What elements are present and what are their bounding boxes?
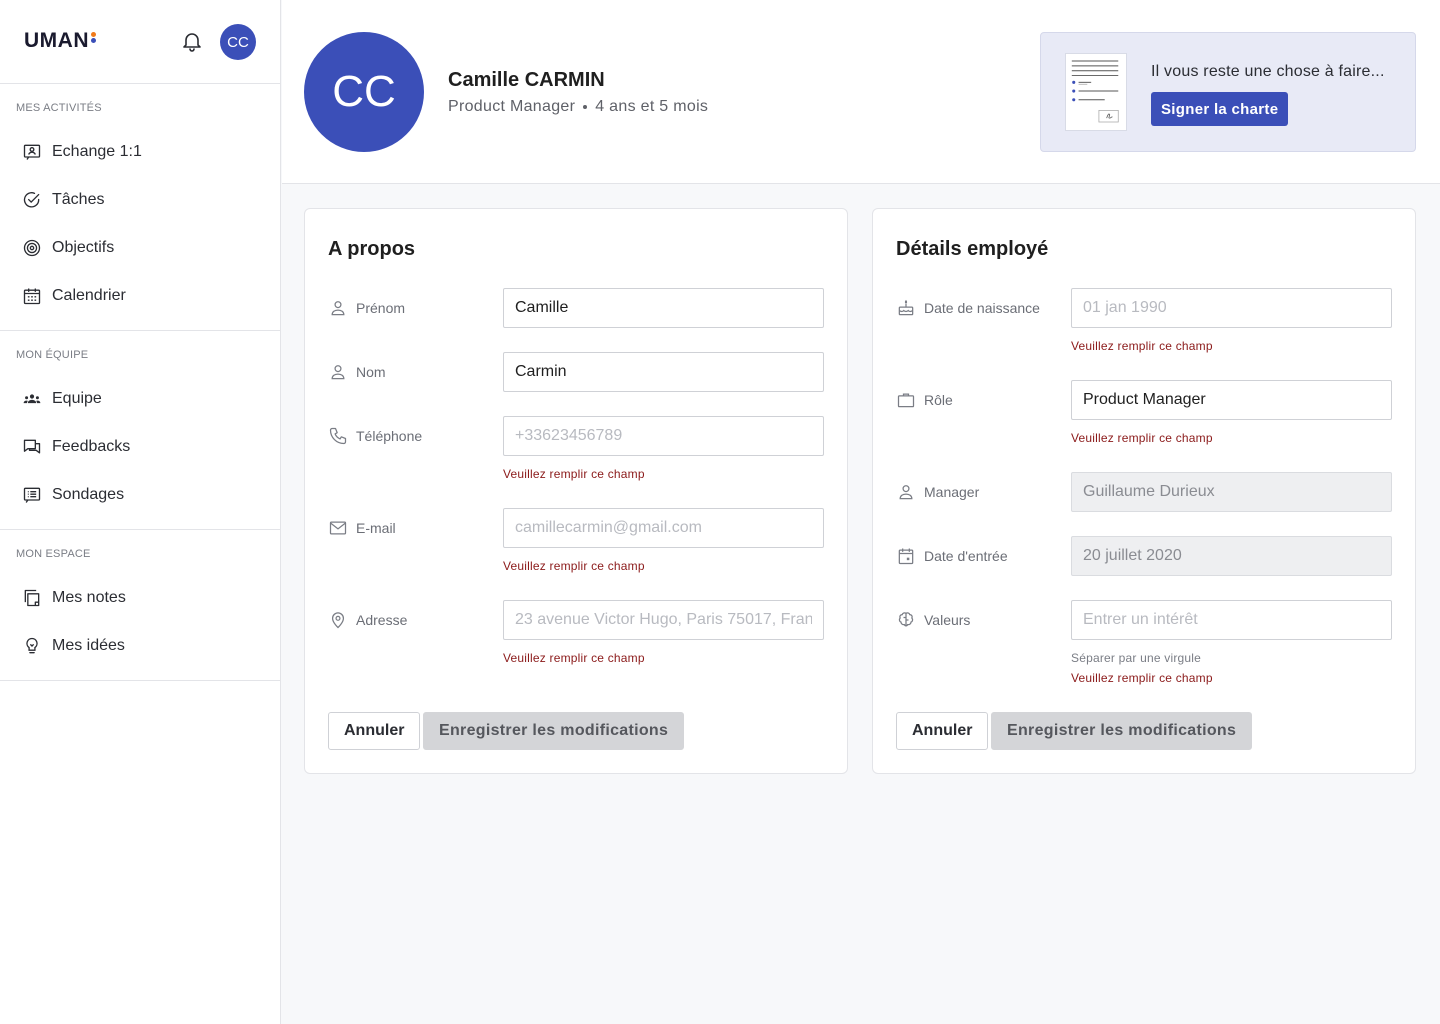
notes-icon: [24, 589, 40, 607]
birthdate-label: Date de naissance: [896, 288, 1040, 328]
brain-icon: [898, 612, 914, 627]
separator-dot: [583, 104, 588, 109]
employee-title: Détails employé: [896, 238, 1049, 260]
profile-seniority: 4 ans et 5 mois: [595, 98, 709, 115]
person-icon: [899, 485, 913, 500]
user-avatar[interactable]: CC: [220, 24, 256, 60]
sidebar-item-label: Feedbacks: [52, 438, 131, 455]
employee-card: Détails employé Date de naissance Veuill…: [872, 208, 1416, 774]
start-date-label: Date d'entrée: [896, 536, 1008, 576]
chat-person-icon: [23, 144, 41, 160]
sidebar-header: UMAN CC: [0, 0, 280, 84]
birthdate-error: Veuillez remplir ce champ: [1071, 339, 1213, 353]
lastname-input[interactable]: [503, 352, 824, 392]
sidebar-heading: MON ESPACE: [16, 548, 91, 560]
sidebar-item-notes[interactable]: Mes notes: [0, 574, 280, 622]
sign-charter-button[interactable]: Signer la charte: [1151, 92, 1289, 126]
address-input[interactable]: [503, 600, 824, 640]
sidebar-section-activities: MES ACTIVITÉS Echange 1:1 Tâches Objecti…: [0, 84, 280, 331]
feedback-icon: [23, 439, 41, 454]
manager-input: [1071, 472, 1392, 512]
email-label: E-mail: [328, 508, 396, 548]
sidebar-item-equipe[interactable]: Equipe: [0, 375, 280, 423]
sidebar-item-label: Mes idées: [52, 637, 125, 654]
role-label: Rôle: [896, 380, 953, 420]
check-circle-icon: [23, 192, 40, 208]
sidebar-item-label: Objectifs: [52, 239, 115, 256]
uman-logo[interactable]: UMAN: [24, 29, 89, 53]
sidebar-item-label: Echange 1:1: [52, 143, 142, 160]
sidebar-item-label: Tâches: [52, 191, 105, 208]
sidebar-item-label: Calendrier: [52, 287, 126, 304]
sidebar-item-label: Equipe: [52, 390, 102, 407]
survey-icon: [23, 487, 41, 503]
todo-banner: Il vous reste une chose à faire... Signe…: [1040, 32, 1416, 152]
phone-label: Téléphone: [328, 416, 422, 456]
document-illustration: [1065, 53, 1127, 131]
sidebar: UMAN CC MES ACTIVITÉS Echange 1:1 Tâches…: [0, 0, 281, 1024]
sidebar-heading: MON ÉQUIPE: [16, 349, 89, 361]
about-title: A propos: [328, 238, 416, 260]
email-error: Veuillez remplir ce champ: [503, 559, 645, 573]
start-date-input: [1071, 536, 1392, 576]
sidebar-item-feedbacks[interactable]: Feedbacks: [0, 423, 280, 471]
person-icon: [331, 365, 345, 380]
team-icon: [23, 394, 41, 404]
sidebar-item-objectifs[interactable]: Objectifs: [0, 224, 280, 272]
lastname-label: Nom: [328, 352, 386, 392]
target-icon: [23, 239, 41, 257]
values-input[interactable]: [1071, 600, 1392, 640]
employee-save-button[interactable]: Enregistrer les modifications: [991, 712, 1253, 750]
sidebar-item-label: Mes notes: [52, 589, 126, 606]
about-cancel-button[interactable]: Annuler: [328, 712, 421, 750]
about-save-button[interactable]: Enregistrer les modifications: [423, 712, 685, 750]
role-error: Veuillez remplir ce champ: [1071, 431, 1213, 445]
birthdate-input[interactable]: [1071, 288, 1392, 328]
location-pin-icon: [331, 612, 345, 629]
sidebar-item-taches[interactable]: Tâches: [0, 176, 280, 224]
profile-role: Product Manager: [448, 98, 576, 115]
mail-icon: [329, 521, 347, 535]
values-error: Veuillez remplir ce champ: [1071, 671, 1213, 685]
phone-error: Veuillez remplir ce champ: [503, 467, 645, 481]
profile-name: Camille CARMIN: [448, 69, 605, 91]
sidebar-heading: MES ACTIVITÉS: [16, 102, 102, 114]
lightbulb-icon: [26, 637, 38, 654]
person-icon: [331, 301, 345, 316]
phone-input[interactable]: [503, 416, 824, 456]
logo-dots: [91, 32, 97, 44]
sidebar-item-idees[interactable]: Mes idées: [0, 622, 280, 670]
cake-icon: [898, 299, 914, 316]
sidebar-item-sondages[interactable]: Sondages: [0, 471, 280, 519]
phone-icon: [329, 427, 347, 445]
sidebar-item-echange[interactable]: Echange 1:1: [0, 128, 280, 176]
role-input[interactable]: [1071, 380, 1392, 420]
employee-cancel-button[interactable]: Annuler: [896, 712, 989, 750]
address-label: Adresse: [328, 600, 407, 640]
values-label: Valeurs: [896, 600, 970, 640]
sidebar-section-space: MON ESPACE Mes notes Mes idées: [0, 530, 280, 681]
bell-icon[interactable]: [180, 29, 204, 53]
profile-header: CC Camille CARMIN Product Manager 4 ans e…: [282, 0, 1440, 184]
values-hint: Séparer par une virgule: [1071, 651, 1202, 665]
sidebar-section-team: MON ÉQUIPE Equipe Feedbacks Sondages: [0, 331, 280, 530]
todo-text: Il vous reste une chose à faire...: [1151, 63, 1385, 80]
firstname-label: Prénom: [328, 288, 405, 328]
profile-subtitle: Product Manager 4 ans et 5 mois: [448, 98, 708, 116]
firstname-input[interactable]: [503, 288, 824, 328]
profile-avatar: CC: [304, 32, 424, 152]
calendar-icon: [23, 288, 41, 305]
sidebar-item-calendrier[interactable]: Calendrier: [0, 272, 280, 320]
sidebar-item-label: Sondages: [52, 486, 125, 503]
calendar-icon: [898, 548, 914, 565]
email-input[interactable]: [503, 508, 824, 548]
about-card: A propos Prénom Nom Téléphone Veuillez r…: [304, 208, 848, 774]
address-error: Veuillez remplir ce champ: [503, 651, 645, 665]
briefcase-icon: [897, 393, 915, 408]
manager-label: Manager: [896, 472, 979, 512]
